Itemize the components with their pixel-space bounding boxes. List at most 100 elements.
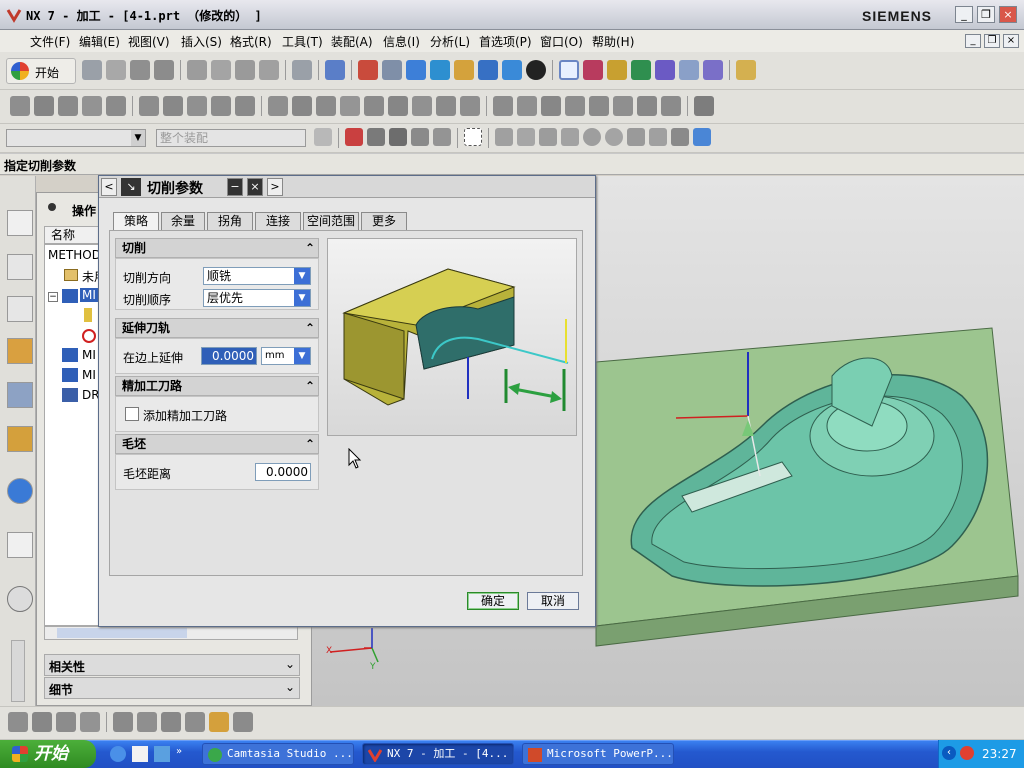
start-menu-button[interactable]: 开始 (6, 58, 76, 84)
create-operation-icon[interactable] (106, 96, 126, 116)
tool-icon[interactable] (589, 96, 609, 116)
path-list-icon[interactable] (292, 96, 312, 116)
chevron-left-icon[interactable]: < (101, 178, 117, 196)
create-tool-icon[interactable] (34, 96, 54, 116)
add-finish-passes-checkbox[interactable] (125, 407, 139, 421)
machine-tool-icon[interactable] (607, 60, 627, 80)
taskbar-nx[interactable]: NX 7 - 加工 - [4... (362, 743, 514, 765)
create-method-icon[interactable] (82, 96, 102, 116)
new-icon[interactable] (82, 60, 102, 80)
close-button[interactable]: × (999, 6, 1017, 23)
unit-select[interactable]: mm ▼ (261, 347, 311, 365)
menu-preferences[interactable]: 首选项(P) (479, 33, 532, 50)
blank-icon[interactable] (661, 96, 681, 116)
gouge-check-icon[interactable] (436, 96, 456, 116)
generate-path-icon[interactable] (631, 60, 651, 80)
menu-file[interactable]: 文件(F) (30, 33, 70, 50)
list-item[interactable]: METHOD (48, 248, 101, 262)
create-geometry-icon[interactable] (58, 96, 78, 116)
geometry-view-icon[interactable] (56, 712, 76, 732)
doc-close-button[interactable]: × (1003, 34, 1019, 48)
delete-icon[interactable] (259, 60, 279, 80)
menu-analysis[interactable]: 分析(L) (430, 33, 470, 50)
feedrate-icon[interactable] (493, 96, 513, 116)
tab-strategy[interactable]: 策略 (113, 212, 159, 231)
details-section[interactable]: 细节 ⌄ (44, 677, 300, 699)
tab-containment[interactable]: 空间范围 (303, 212, 359, 230)
simulate-icon[interactable] (412, 96, 432, 116)
messenger-icon[interactable] (154, 746, 170, 762)
cut-direction-select[interactable]: 顺铣 ▼ (203, 267, 311, 285)
point-on-face-snap-icon[interactable] (671, 128, 689, 146)
assembly-scope-select[interactable]: 整个装配 (156, 129, 306, 147)
center-snap-icon[interactable] (583, 128, 601, 146)
print-icon[interactable] (154, 60, 174, 80)
measure-body-icon[interactable] (233, 712, 253, 732)
verify-icon[interactable] (679, 60, 699, 80)
orient-view-icon[interactable] (478, 60, 498, 80)
chevron-right-icon[interactable]: > (267, 178, 283, 196)
info-icon[interactable] (7, 478, 33, 504)
type-filter-select[interactable]: ▼ (6, 129, 146, 147)
rectangle-select-icon[interactable] (464, 128, 482, 146)
save-icon[interactable] (130, 60, 150, 80)
geometry-icon[interactable] (613, 96, 633, 116)
open-icon[interactable] (106, 60, 126, 80)
doc-restore-button[interactable]: ❐ (984, 34, 1000, 48)
machine-tool-navigator-tab[interactable] (7, 254, 33, 280)
replay-path-icon[interactable] (655, 60, 675, 80)
machine-tool-view-icon[interactable] (32, 712, 52, 732)
tab-connections[interactable]: 连接 (255, 212, 301, 230)
history-icon[interactable] (7, 586, 33, 612)
scrollbar-thumb[interactable] (57, 628, 187, 638)
face-rule-icon[interactable] (433, 128, 451, 146)
pan-icon[interactable] (454, 60, 474, 80)
assembly-navigator-tab[interactable] (7, 382, 33, 408)
list-item[interactable]: MI (82, 368, 96, 382)
datum-csys-icon[interactable] (185, 712, 205, 732)
method-icon[interactable] (565, 96, 585, 116)
operation-navigator-tab[interactable] (7, 210, 33, 236)
coolant-icon[interactable] (517, 96, 537, 116)
horizontal-scrollbar[interactable] (44, 626, 298, 640)
list-icon[interactable] (364, 96, 384, 116)
list-item[interactable]: DR (82, 388, 100, 402)
point-on-curve-snap-icon[interactable] (649, 128, 667, 146)
part-navigator-icon[interactable] (583, 60, 603, 80)
package-icon[interactable] (209, 712, 229, 732)
part-navigator-tab[interactable] (7, 296, 33, 322)
menu-assembly[interactable]: 装配(A) (331, 33, 373, 50)
rendering-style-icon[interactable] (502, 60, 522, 80)
wcs-icon[interactable] (559, 60, 579, 80)
edit-object-icon[interactable] (139, 96, 159, 116)
transform-icon[interactable] (460, 96, 480, 116)
paste-object-icon[interactable] (211, 96, 231, 116)
undo-icon[interactable] (292, 60, 312, 80)
tab-more[interactable]: 更多 (361, 212, 407, 230)
extend-at-edges-input[interactable]: 0.0000 (201, 347, 257, 365)
list-item[interactable]: MI (80, 288, 98, 302)
minimize-button[interactable]: _ (955, 6, 973, 23)
list-item[interactable]: MI (82, 348, 96, 362)
taskbar-camtasia[interactable]: Camtasia Studio ... (202, 743, 354, 765)
roles-tab[interactable] (7, 426, 33, 452)
finish-passes-group-header[interactable]: 精加工刀路 ⌃ (115, 376, 319, 396)
cut-order-select[interactable]: 层优先 ▼ (203, 289, 311, 307)
zoom-area-icon[interactable] (382, 60, 402, 80)
create-program-icon[interactable] (10, 96, 30, 116)
blank-group-header[interactable]: 毛坯 ⌃ (115, 434, 319, 454)
program-order-view-icon[interactable] (8, 712, 28, 732)
camtasia-recorder-icon[interactable] (960, 746, 974, 760)
delete-object-icon[interactable] (235, 96, 255, 116)
document-icon[interactable] (132, 746, 148, 762)
verify-path-icon[interactable] (388, 96, 408, 116)
zoom-icon[interactable] (406, 60, 426, 80)
component-select-icon[interactable] (693, 128, 711, 146)
ok-button[interactable]: 确定 (467, 592, 519, 610)
add-point-icon[interactable] (137, 712, 157, 732)
reuse-library-tab[interactable] (7, 338, 33, 364)
postprocess-icon[interactable] (703, 60, 723, 80)
collapse-toggle[interactable]: − (48, 292, 58, 302)
menu-edit[interactable]: 编辑(E) (79, 33, 120, 50)
cut-object-icon[interactable] (163, 96, 183, 116)
